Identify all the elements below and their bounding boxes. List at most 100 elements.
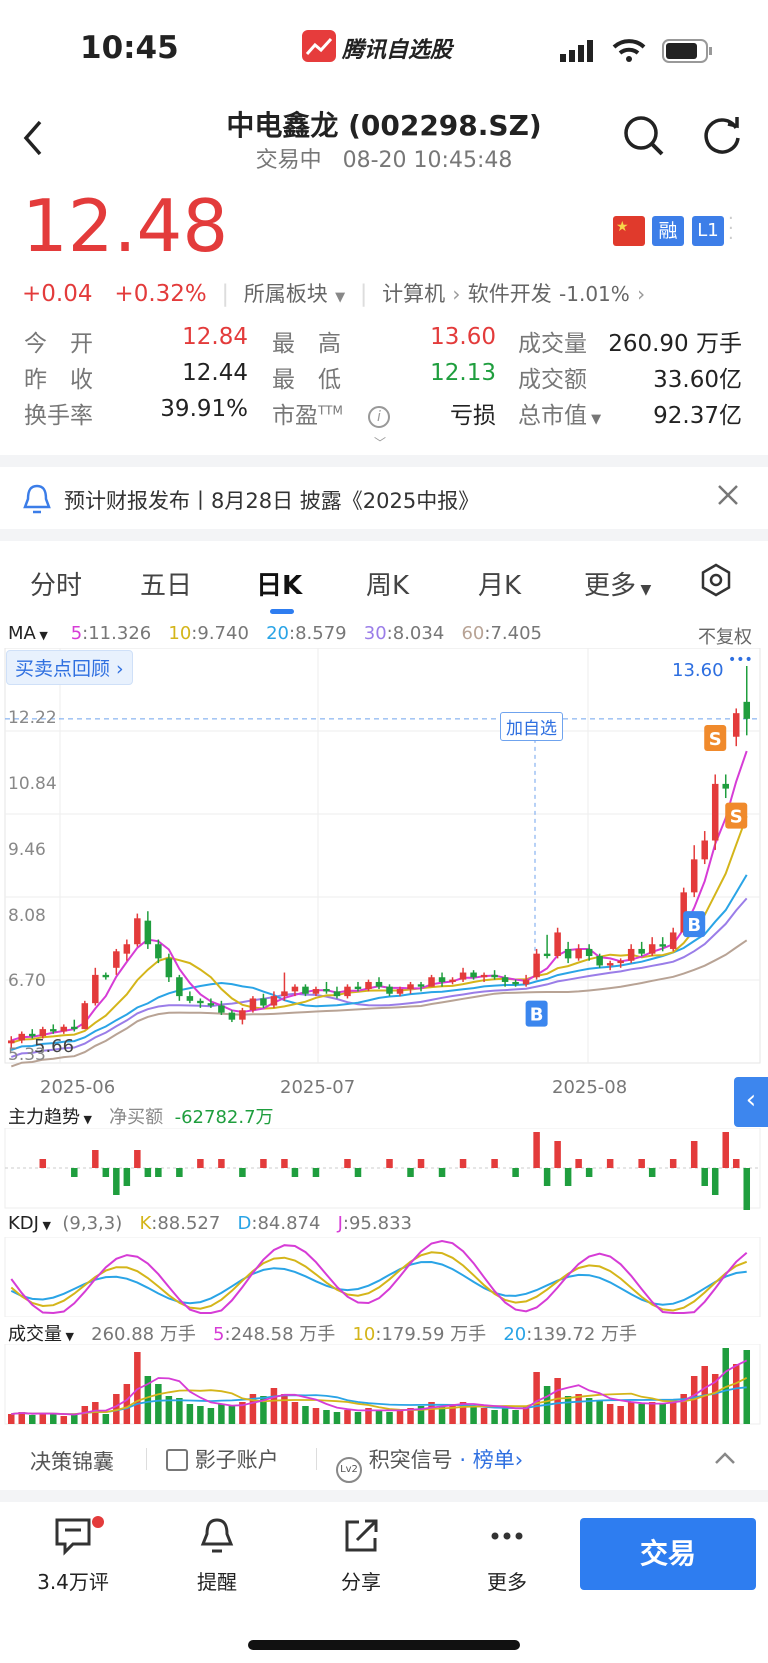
kdj-label: KDJ — [8, 1213, 39, 1234]
volume-bar — [396, 1410, 404, 1424]
mf-bar — [564, 1168, 572, 1186]
candle-body — [396, 989, 404, 994]
search-icon — [624, 116, 664, 156]
search-button[interactable] — [622, 114, 666, 162]
candle-body — [501, 977, 509, 982]
tool-ranking-link[interactable]: 榜单 — [473, 1448, 515, 1472]
tab-intraday[interactable]: 分时 — [30, 565, 82, 602]
mf-bar — [92, 1150, 99, 1168]
candle-body — [585, 948, 593, 957]
sector-software[interactable]: 软件开发 — [468, 282, 552, 306]
candle-body — [722, 783, 729, 789]
close-icon[interactable] — [716, 483, 740, 511]
tab-five-day[interactable]: 五日 — [140, 565, 192, 602]
candle-body — [417, 984, 425, 987]
comment-icon — [55, 1518, 91, 1556]
net-buy-label: 净买额 — [109, 1107, 164, 1128]
info-icon[interactable]: i — [368, 406, 390, 428]
tool-shadow-account[interactable]: 影子账户 — [166, 1444, 279, 1474]
bell-icon — [200, 1518, 234, 1553]
ma-selector[interactable]: MA ▼ — [8, 623, 48, 644]
volume-bar — [669, 1400, 677, 1424]
volume-bar — [29, 1415, 36, 1424]
remind-label: 提醒 — [197, 1570, 237, 1594]
volume-bar — [606, 1404, 614, 1424]
tab-week-k[interactable]: 周K — [366, 565, 409, 602]
mcap-label[interactable]: 总市值 ▼ — [518, 396, 601, 430]
settings-icon[interactable] — [700, 563, 732, 604]
mf-bar — [438, 1168, 446, 1177]
chart-more-icon[interactable]: ••• — [728, 652, 753, 668]
main-force-selector[interactable]: 主力趋势 ▼ — [8, 1107, 92, 1128]
ma30-key: 30 — [363, 623, 387, 644]
candle-body — [207, 1003, 215, 1006]
trade-button[interactable]: 交易 — [580, 1518, 756, 1590]
ma30-value: 8.034 — [392, 623, 445, 644]
ma-legend: MA ▼ 5:11.326 10:9.740 20:8.579 30:8.034… — [8, 623, 542, 644]
tab-day-k[interactable]: 日K — [256, 565, 302, 602]
comments-button[interactable]: 3.4万评 — [28, 1516, 118, 1595]
notice-bar[interactable]: 预计财报发布丨8月28日 披露《2025中报》 — [0, 467, 768, 529]
vol10-key: 10 — [352, 1324, 376, 1345]
tab-month-k[interactable]: 月K — [478, 565, 521, 602]
app-logo-icon — [305, 37, 333, 55]
pe-label-text: 市盈 — [272, 403, 318, 429]
y-label-1: 12.22 — [8, 708, 57, 728]
kline-chart[interactable]: B B S S — [0, 648, 768, 1068]
turnover-value: 39.91% — [160, 396, 248, 422]
volume-bar — [207, 1408, 215, 1424]
add-watch-tag[interactable]: 加自选 — [500, 712, 563, 741]
ma20-key: 20 — [266, 623, 289, 644]
mf-bar — [491, 1159, 498, 1168]
main-force-label: 主力趋势 — [8, 1107, 80, 1128]
kdj-d-key: D — [237, 1213, 252, 1234]
badge-more-icon[interactable]: · · · — [728, 210, 738, 248]
vol20-value: 139.72 万手 — [532, 1324, 638, 1345]
volume-bar — [81, 1406, 89, 1424]
chevron-down-icon[interactable]: ﹀ — [374, 434, 386, 451]
tool-strategy[interactable]: 决策锦囊 — [30, 1446, 114, 1476]
candle-body — [323, 989, 330, 992]
candle-body — [627, 948, 635, 961]
side-expand-button[interactable]: ‹ — [734, 1077, 768, 1127]
low-label: 最 低 — [272, 367, 341, 393]
sector-label[interactable]: 所属板块 — [244, 282, 328, 306]
mf-bar — [312, 1168, 320, 1177]
mf-bar — [134, 1150, 141, 1168]
volume-bar — [501, 1408, 509, 1424]
price-change-pct: +0.32% — [114, 281, 207, 307]
y-label-5: 6.70 — [8, 971, 46, 991]
candle-body — [659, 944, 666, 947]
level2-icon: Lv2 — [336, 1457, 362, 1483]
more-button[interactable]: 更多 — [462, 1516, 552, 1595]
collapse-icon[interactable] — [714, 1446, 736, 1470]
margin-badge: 融 — [652, 216, 684, 246]
refresh-button[interactable] — [702, 114, 744, 160]
tab-more[interactable]: 更多 ▼ — [584, 565, 651, 602]
divider — [0, 1490, 768, 1502]
tab-active-indicator — [270, 609, 294, 614]
adjust-toggle[interactable]: 不复权 — [698, 623, 752, 649]
volume-selector[interactable]: 成交量 ▼ — [8, 1324, 74, 1345]
signal-icon — [560, 40, 596, 68]
mf-bar — [260, 1159, 267, 1168]
tool-signal[interactable]: Lv2 积突信号 · 榜单› — [336, 1444, 523, 1483]
candle-body — [407, 984, 414, 990]
volume-bar — [554, 1378, 561, 1424]
candle-body — [228, 1012, 236, 1020]
remind-button[interactable]: 提醒 — [172, 1516, 262, 1595]
candle-body — [606, 963, 614, 966]
mf-bar — [543, 1168, 551, 1186]
review-button[interactable]: 买卖点回顾 › — [6, 650, 133, 685]
mf-bar — [722, 1132, 729, 1168]
share-button[interactable]: 分享 — [316, 1516, 406, 1595]
candle-body — [648, 944, 656, 954]
candle-body — [281, 991, 288, 997]
kdj-selector[interactable]: KDJ ▼ — [8, 1213, 51, 1234]
low-value: 12.13 — [430, 360, 496, 386]
candle-body — [18, 1033, 26, 1041]
candle-body — [50, 1029, 57, 1032]
sector-computer[interactable]: 计算机 — [382, 282, 445, 306]
volume-bar — [186, 1404, 194, 1424]
candle-body — [564, 948, 572, 959]
